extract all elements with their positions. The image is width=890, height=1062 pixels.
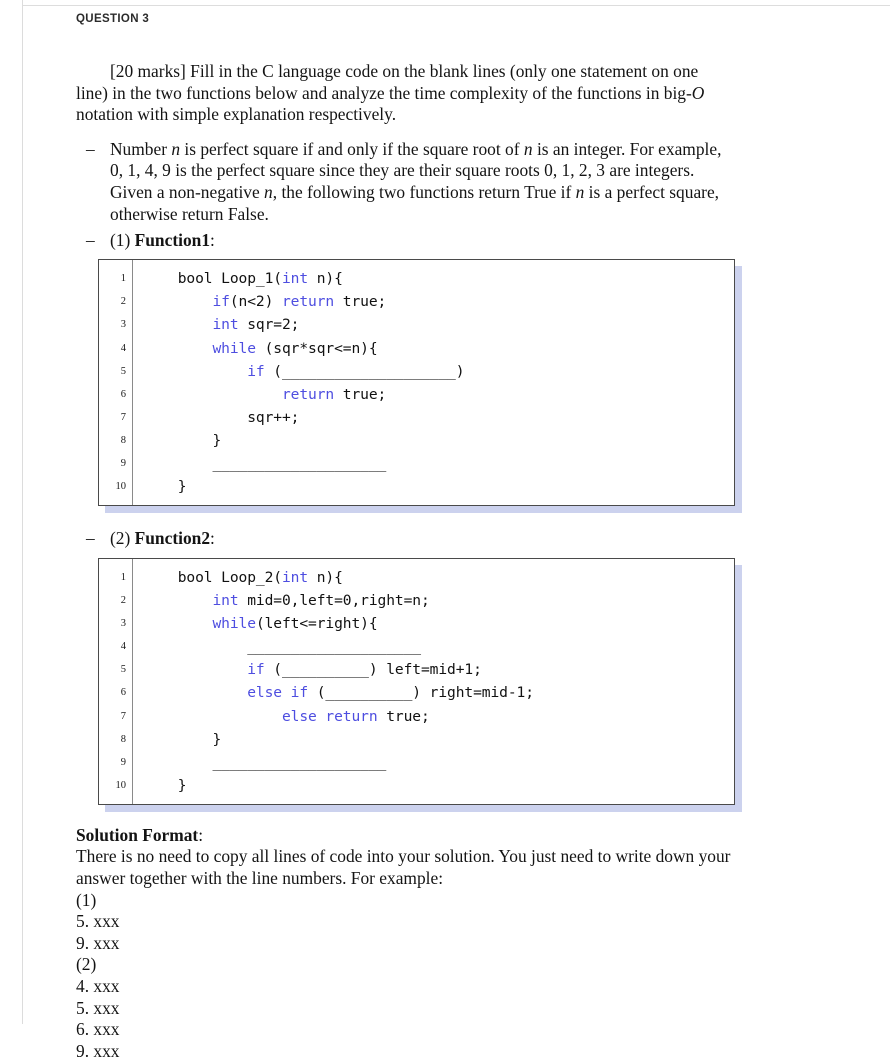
line-number: 4 — [120, 342, 126, 354]
solution-format-title: Solution Format — [76, 824, 199, 845]
question-content: QUESTION 3 [20 marks] Fill in the C lang… — [58, 0, 848, 1062]
line-number: 10 — [115, 779, 127, 791]
line-number: 3 — [120, 319, 126, 331]
line-number: 1 — [120, 273, 126, 285]
line-number-gutter: 1 2 3 4 5 6 7 8 9 10 — [99, 260, 133, 506]
line-number: 3 — [120, 618, 126, 630]
line-number: 5 — [120, 365, 126, 377]
line-number: 6 — [120, 388, 126, 400]
answer-line: 4. xxx — [76, 976, 120, 997]
bullet-text: (2) Function2: — [110, 528, 215, 549]
bullet-text: (1) Function1: — [110, 229, 215, 250]
line-number: 5 — [120, 664, 126, 676]
line-number: 7 — [120, 710, 126, 722]
line-number: 10 — [115, 481, 127, 493]
bullet-list: – Number n is perfect square if and only… — [86, 139, 742, 812]
code-block-body: 1 2 3 4 5 6 7 8 9 10 bool Loop_1(int n){ if(n<2) … — [98, 259, 735, 507]
answer-line: (2) — [76, 954, 97, 975]
bullet-item-definition: – Number n is perfect square if and only… — [86, 139, 734, 226]
line-number: 7 — [120, 411, 126, 423]
answer-line: 5. xxx — [76, 911, 120, 932]
answer-line: 9. xxx — [76, 932, 120, 953]
line-number: 8 — [120, 434, 126, 446]
intro-paragraph: [20 marks] Fill in the C language code o… — [76, 61, 705, 125]
answer-line: 5. xxx — [76, 997, 120, 1018]
line-number-gutter: 1 2 3 4 5 6 7 8 9 10 — [99, 558, 133, 804]
line-number: 9 — [120, 458, 126, 470]
code-block-function2: 1 2 3 4 5 6 7 8 9 10 bool Loop_2(int n){ int mid=… — [98, 557, 742, 812]
answer-line: (1) — [76, 889, 97, 910]
bullet-dash-icon: – — [86, 138, 95, 159]
line-number: 4 — [120, 641, 126, 653]
solution-format-section: Solution Format: There is no need to cop… — [76, 825, 732, 1062]
bullet-item-function2-label: – (2) Function2: — [86, 528, 734, 550]
bullet-text: Number n is perfect square if and only i… — [110, 138, 722, 224]
line-number: 1 — [120, 571, 126, 583]
solution-format-heading: Solution Format: — [76, 825, 732, 847]
answer-line: 9. xxx — [76, 1040, 120, 1061]
code-block-function1: 1 2 3 4 5 6 7 8 9 10 bool Loop_1(int n){ if(n<2) … — [98, 259, 742, 514]
line-number: 2 — [120, 595, 126, 607]
line-number: 8 — [120, 733, 126, 745]
bullet-item-function1-label: – (1) Function1: — [86, 230, 734, 252]
line-number: 9 — [120, 756, 126, 768]
solution-format-paragraph: There is no need to copy all lines of co… — [76, 846, 731, 889]
solution-answer-lines: (1) 5. xxx 9. xxx (2) 4. xxx 5. xxx 6. xxx 9. x… — [76, 890, 732, 1062]
bullet-dash-icon: – — [86, 528, 95, 549]
code-text[interactable]: bool Loop_2(int n){ int mid=0,left=0,rig… — [133, 559, 734, 804]
solution-format-colon: : — [198, 824, 204, 845]
line-number: 6 — [120, 687, 126, 699]
answer-line: 6. xxx — [76, 1019, 120, 1040]
bullet-dash-icon: – — [86, 229, 95, 250]
question-label: QUESTION 3 — [76, 13, 150, 25]
line-number: 2 — [120, 296, 126, 308]
code-text[interactable]: bool Loop_1(int n){ if(n<2) return true;… — [133, 260, 734, 505]
code-block-body: 1 2 3 4 5 6 7 8 9 10 bool Loop_2(int n){ int mid=… — [98, 557, 735, 805]
